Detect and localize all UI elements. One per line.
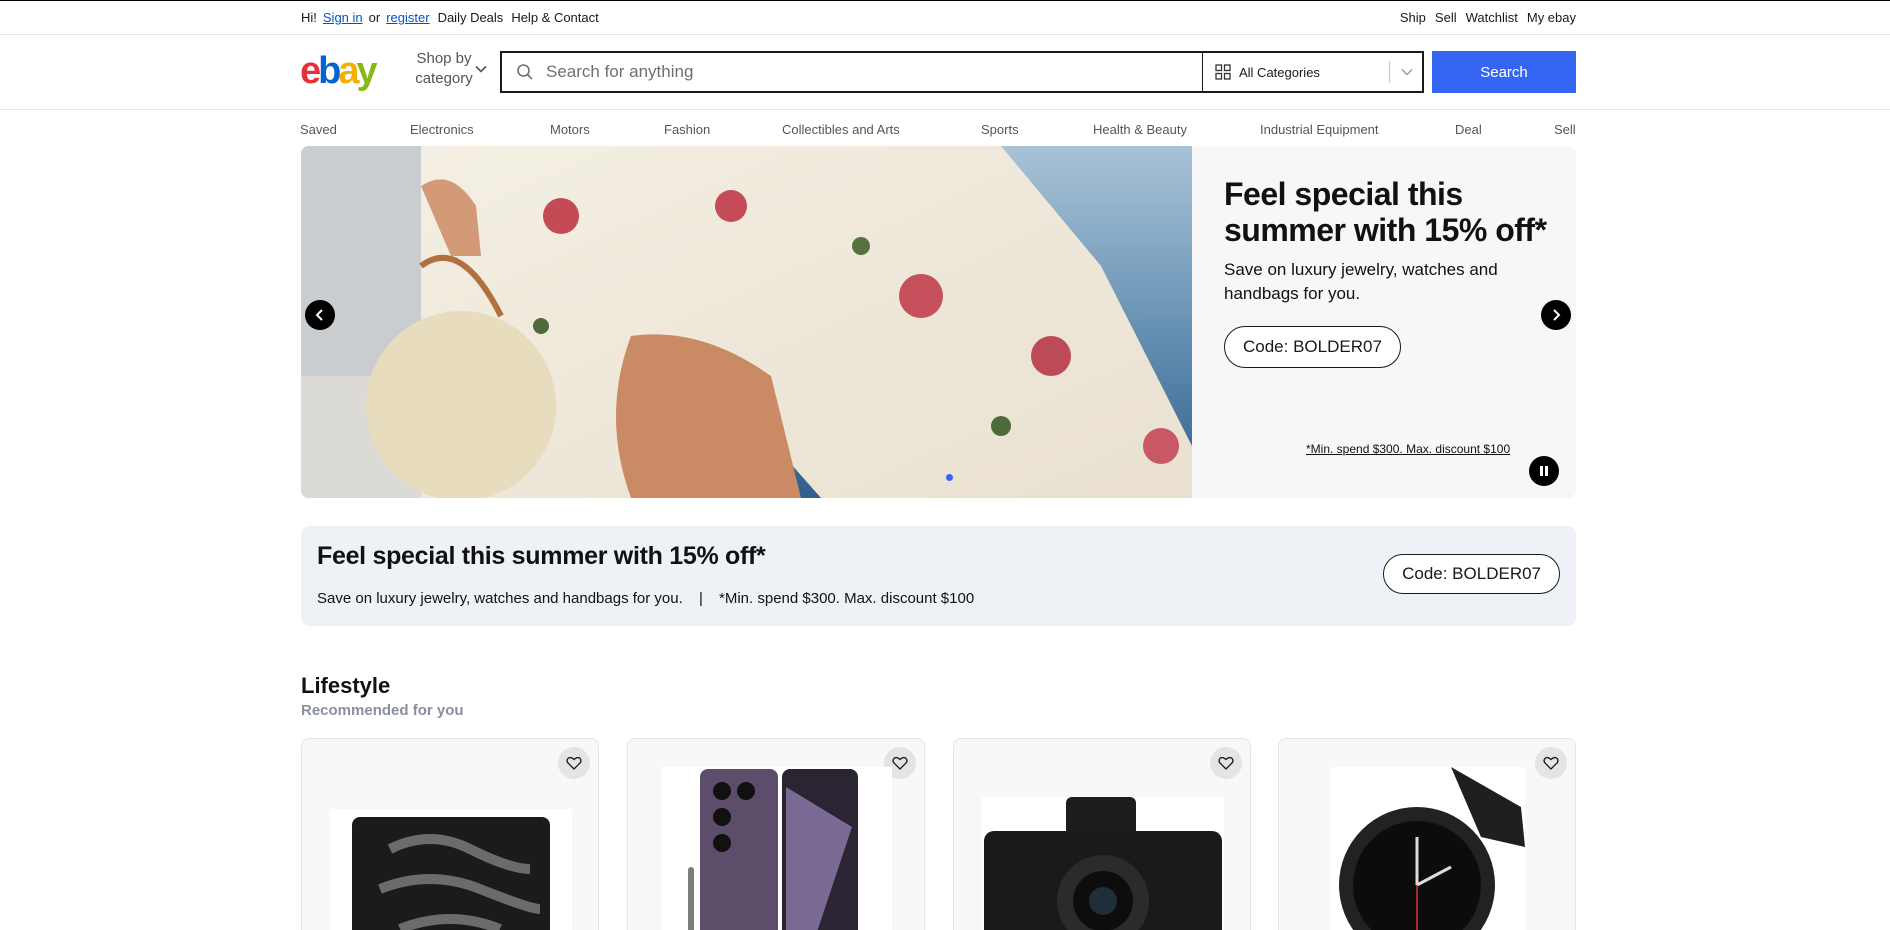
my-ebay-link[interactable]: My ebay — [1527, 10, 1576, 25]
watch-button[interactable] — [1210, 747, 1242, 779]
select-divider — [1389, 61, 1390, 83]
nav-item-sell[interactable]: Sell — [1554, 122, 1576, 137]
search-input[interactable] — [546, 62, 1206, 82]
watch-button[interactable] — [558, 747, 590, 779]
hero-carousel: Feel special this summer with 15% off* S… — [301, 146, 1576, 498]
heart-icon — [1543, 756, 1559, 770]
register-link[interactable]: register — [386, 10, 429, 25]
nav-item-saved[interactable]: Saved — [300, 122, 337, 137]
nav-item-fashion[interactable]: Fashion — [664, 122, 710, 137]
nav-item-collectibles[interactable]: Collectibles and Arts — [782, 122, 900, 137]
promo-code-button[interactable]: Code: BOLDER07 — [1383, 554, 1560, 594]
logo-e: e — [300, 50, 320, 92]
promo-title: Feel special this summer with 15% off* — [317, 542, 766, 570]
heart-icon — [566, 756, 582, 770]
nav-item-motors[interactable]: Motors — [550, 122, 590, 137]
hero-text-panel: Feel special this summer with 15% off* S… — [1192, 146, 1576, 498]
heart-icon — [1218, 756, 1234, 770]
section-title: Lifestyle — [301, 673, 391, 698]
laptop-image — [330, 809, 572, 930]
nav-item-sports[interactable]: Sports — [981, 122, 1019, 137]
shop-by-category-button[interactable]: Shop by category — [402, 49, 487, 89]
grid-icon — [1215, 64, 1231, 80]
top-bar-right: Ship Sell Watchlist My ebay — [1400, 10, 1576, 25]
product-card-laptop[interactable] — [301, 738, 599, 930]
or-text: or — [368, 10, 381, 25]
hero-image[interactable] — [301, 146, 1192, 498]
smartwatch-image — [1331, 767, 1525, 930]
search-button[interactable]: Search — [1432, 51, 1576, 93]
promo-text-b: *Min. spend $300. Max. discount $100 — [719, 590, 975, 607]
svg-text:ebay: ebay — [300, 50, 378, 92]
phone-image — [662, 767, 892, 930]
daily-deals-link[interactable]: Daily Deals — [438, 10, 504, 25]
chevron-down-icon — [1401, 69, 1413, 76]
carousel-prev-button[interactable] — [305, 300, 335, 330]
greeting-text: Hi! — [301, 10, 317, 25]
ebay-logo[interactable]: ebay — [300, 50, 386, 92]
chevron-down-icon — [475, 65, 487, 73]
header: ebay Shop by category All Categories Sea… — [0, 35, 1890, 110]
top-bar-left: Hi! Sign in or register Daily Deals Help… — [301, 10, 599, 25]
watch-button[interactable] — [1535, 747, 1567, 779]
carousel-dot-active[interactable] — [946, 474, 953, 481]
category-select-label: All Categories — [1239, 64, 1320, 80]
carousel-pause-button[interactable] — [1529, 456, 1559, 486]
chevron-left-icon — [315, 309, 323, 321]
product-card-watch[interactable] — [1278, 738, 1576, 930]
heart-icon — [892, 756, 908, 770]
nav-item-deal[interactable]: Deal — [1455, 122, 1482, 137]
product-card-camera[interactable] — [953, 738, 1251, 930]
top-bar: Hi! Sign in or register Daily Deals Help… — [0, 0, 1890, 35]
section-subtitle: Recommended for you — [301, 702, 464, 719]
ship-link[interactable]: Ship — [1400, 10, 1426, 25]
chevron-right-icon — [1553, 309, 1561, 321]
hero-terms-link[interactable]: *Min. spend $300. Max. discount $100 — [1306, 442, 1510, 456]
pause-icon — [1540, 466, 1548, 476]
search-icon — [517, 64, 533, 80]
nav-item-health-beauty[interactable]: Health & Beauty — [1093, 122, 1187, 137]
watchlist-link[interactable]: Watchlist — [1466, 10, 1518, 25]
promo-text: Save on luxury jewelry, watches and hand… — [317, 590, 974, 607]
hero-subtitle: Save on luxury jewelry, watches and hand… — [1224, 260, 1498, 303]
carousel-next-button[interactable] — [1541, 300, 1571, 330]
category-nav: Saved Electronics Motors Fashion Collect… — [300, 122, 1576, 138]
help-contact-link[interactable]: Help & Contact — [511, 10, 598, 25]
promo-text-a: Save on luxury jewelry, watches and hand… — [317, 590, 683, 607]
camera-image — [982, 797, 1224, 930]
product-card-phone[interactable] — [627, 738, 925, 930]
hero-code-button[interactable]: Code: BOLDER07 — [1224, 326, 1401, 368]
logo-y: y — [357, 50, 378, 92]
sign-in-link[interactable]: Sign in — [323, 10, 363, 25]
nav-item-industrial[interactable]: Industrial Equipment — [1260, 122, 1379, 137]
search-bar: All Categories — [500, 51, 1424, 93]
category-select[interactable]: All Categories — [1202, 53, 1424, 91]
nav-item-electronics[interactable]: Electronics — [410, 122, 474, 137]
promo-divider: | — [698, 590, 703, 607]
hero-title: Feel special this summer with 15% off* — [1224, 176, 1547, 248]
sell-link[interactable]: Sell — [1435, 10, 1457, 25]
logo-b: b — [318, 50, 340, 92]
promo-banner: Feel special this summer with 15% off* S… — [301, 526, 1576, 626]
